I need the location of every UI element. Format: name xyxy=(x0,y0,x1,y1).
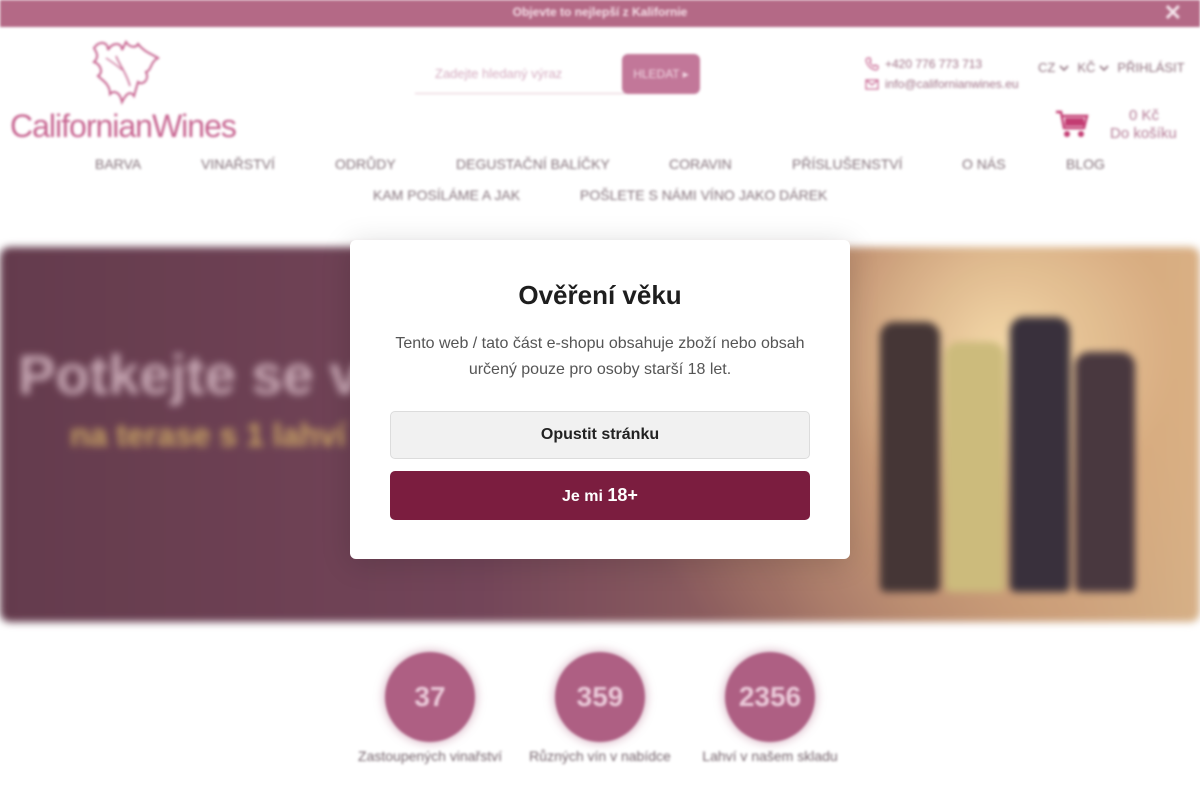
modal-text: Tento web / tato část e-shopu obsahuje z… xyxy=(395,335,805,378)
age-verification-modal: Ověření věku Tento web / tato část e-sho… xyxy=(350,240,850,559)
confirm-prefix: Je mi xyxy=(562,488,603,505)
confirm-age-button[interactable]: Je mi 18+ xyxy=(390,471,810,520)
confirm-age: 18+ xyxy=(607,485,638,505)
page: Objevte to nejlepší z Kalifornie ✕ Calif… xyxy=(0,0,1200,800)
modal-title: Ověření věku xyxy=(518,280,682,310)
leave-page-button[interactable]: Opustit stránku xyxy=(390,411,810,459)
